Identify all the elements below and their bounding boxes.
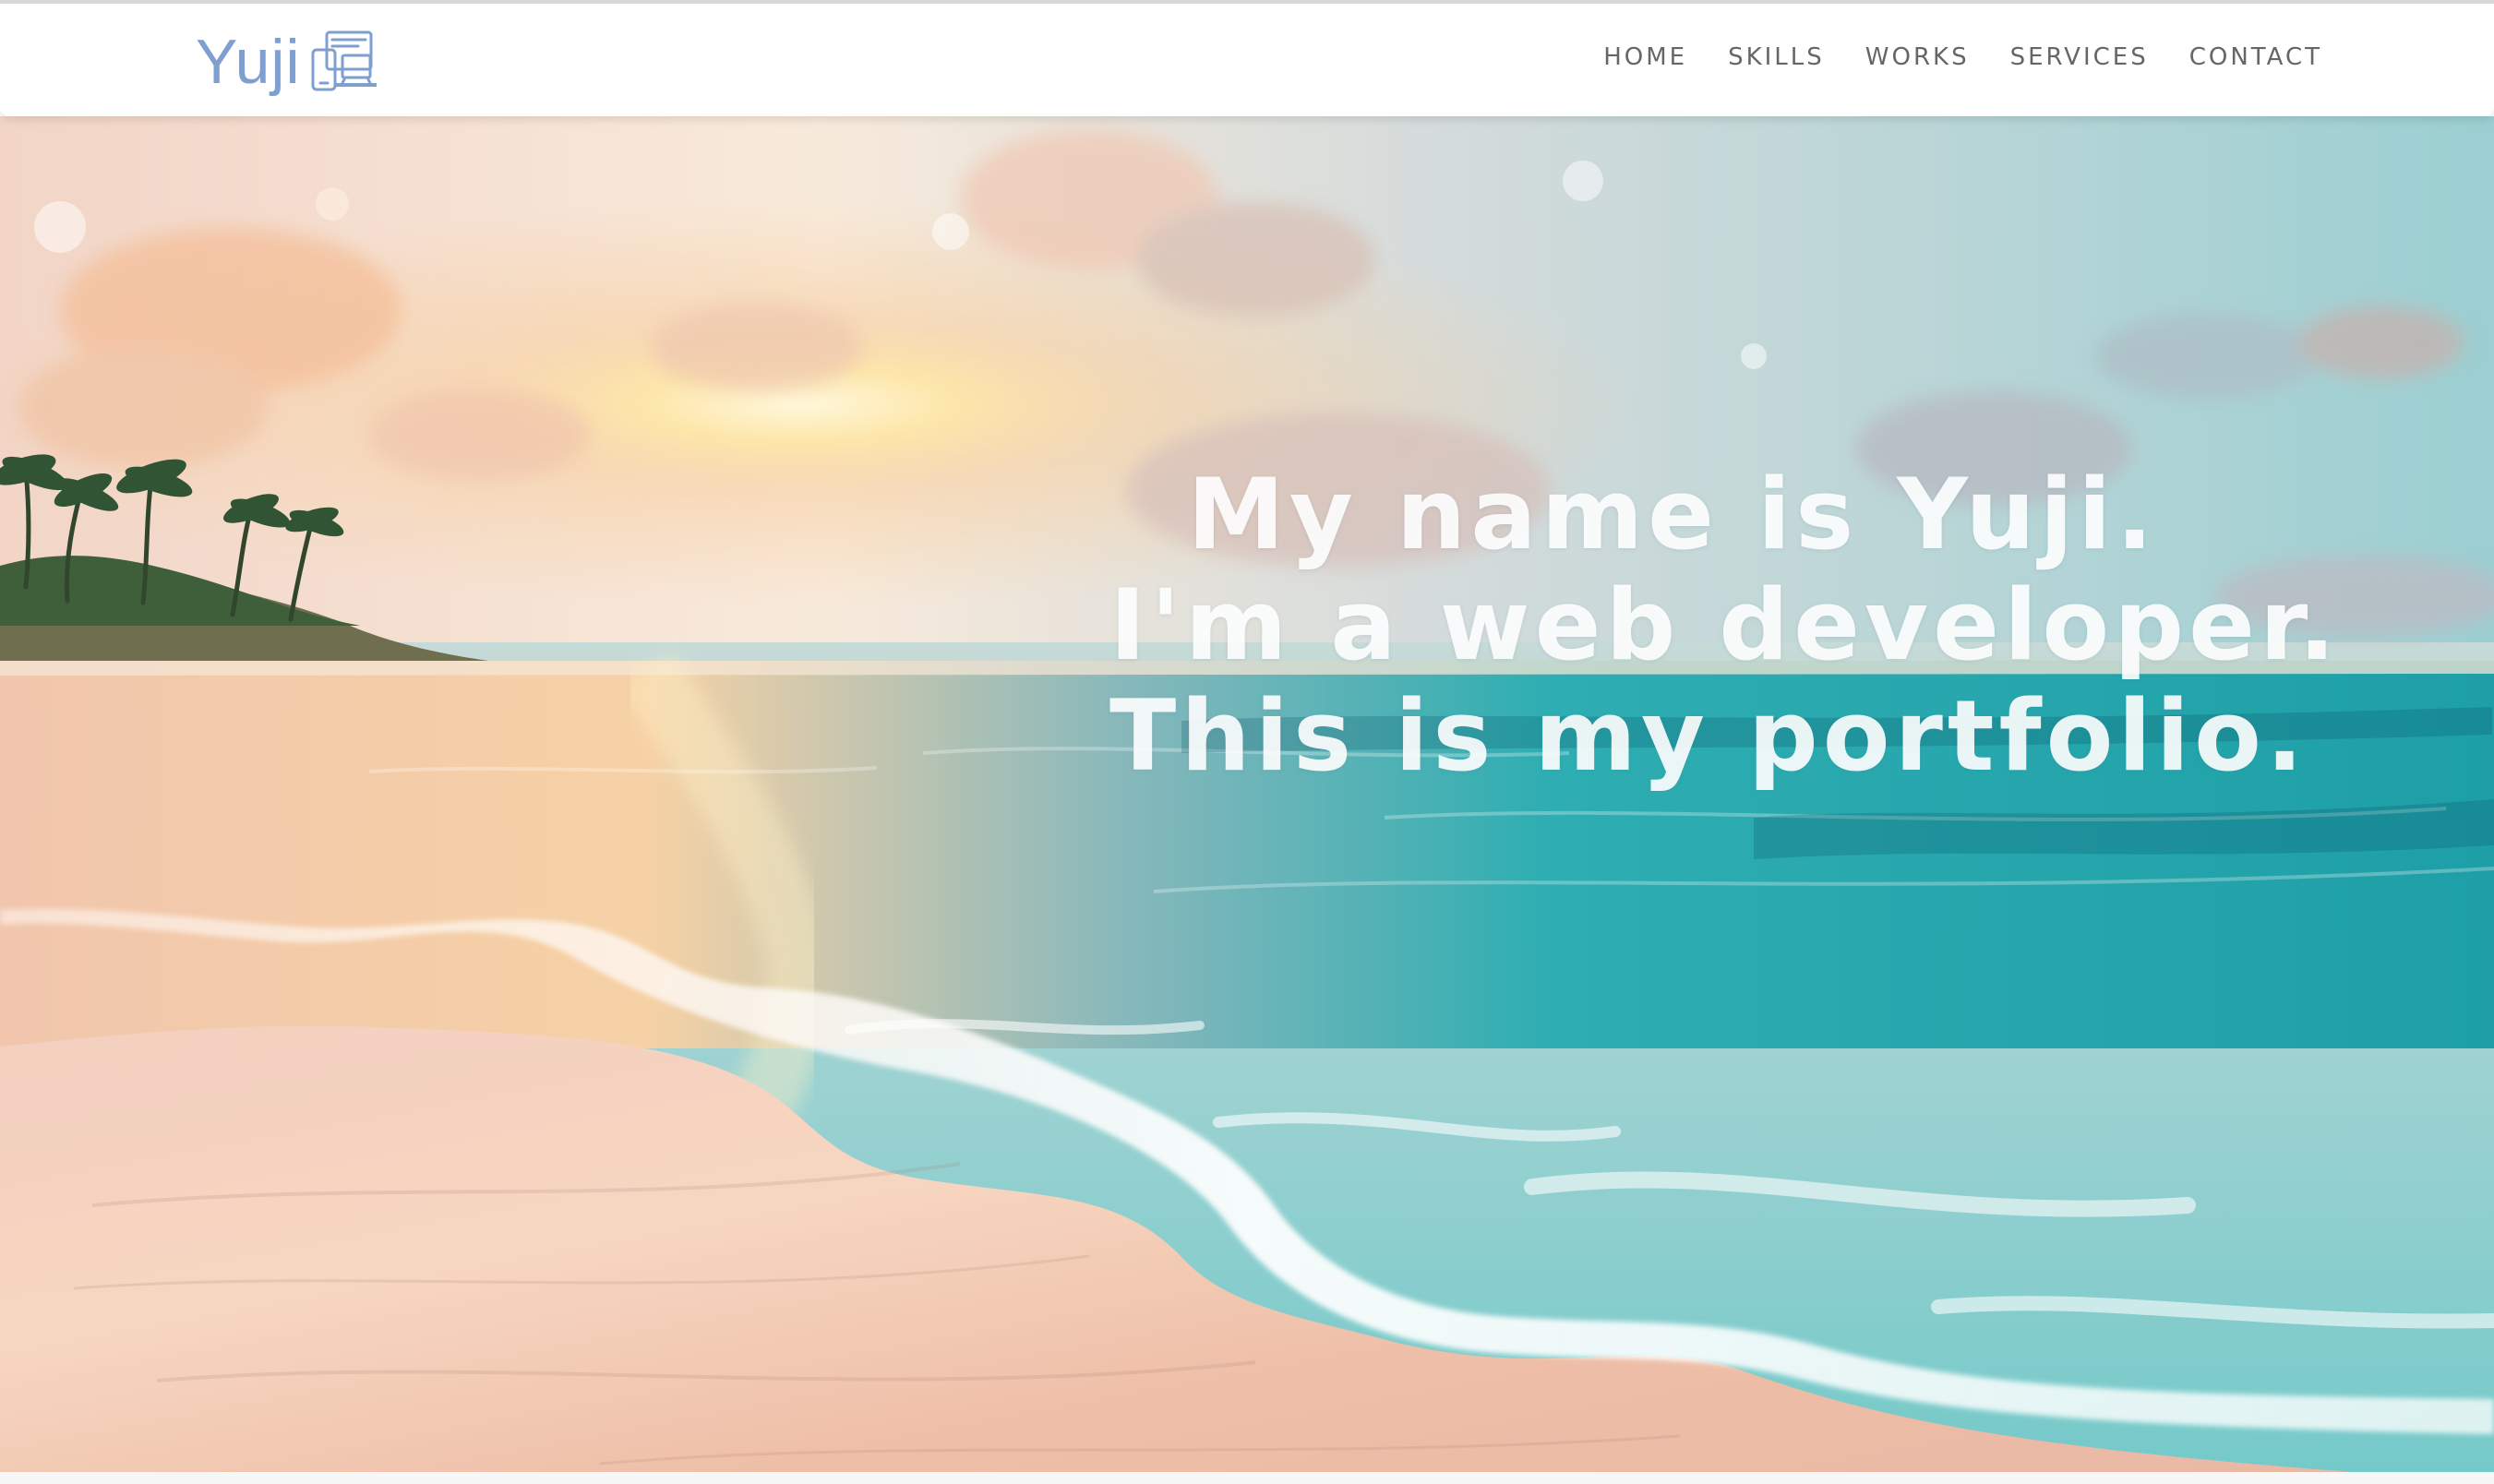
hero-heading-line-2: I'm a web developer.	[1109, 568, 2341, 682]
portfolio-page: Yuji HOME SKILLS WORKS SERVICES CONTACT	[0, 0, 2494, 1484]
hero-heading-line-3: This is my portfolio.	[1109, 679, 2308, 793]
nav-contact-link[interactable]: CONTACT	[2189, 41, 2322, 74]
logo-text: Yuji	[196, 27, 301, 97]
main-navigation: HOME SKILLS WORKS SERVICES CONTACT	[1603, 41, 2322, 74]
top-border	[0, 0, 2494, 4]
hero-heading-line-1: My name is Yuji.	[1187, 458, 2158, 571]
beach-sunset-hero-image	[0, 116, 2494, 1484]
logo-link[interactable]: Yuji	[196, 28, 377, 96]
hero-copy: My name is Yuji. I'm a web developer. Th…	[1109, 458, 2341, 793]
nav-services-link[interactable]: SERVICES	[2010, 41, 2149, 74]
nav-skills-link[interactable]: SKILLS	[1728, 41, 1825, 74]
hero-section: My name is Yuji. I'm a web developer. Th…	[0, 116, 2494, 1484]
nav-works-link[interactable]: WORKS	[1865, 41, 1970, 74]
device-logo-icon	[311, 30, 377, 91]
site-header: Yuji HOME SKILLS WORKS SERVICES CONTACT	[0, 4, 2494, 116]
page-bottom-strip	[0, 1472, 2494, 1484]
nav-home-link[interactable]: HOME	[1603, 41, 1687, 74]
